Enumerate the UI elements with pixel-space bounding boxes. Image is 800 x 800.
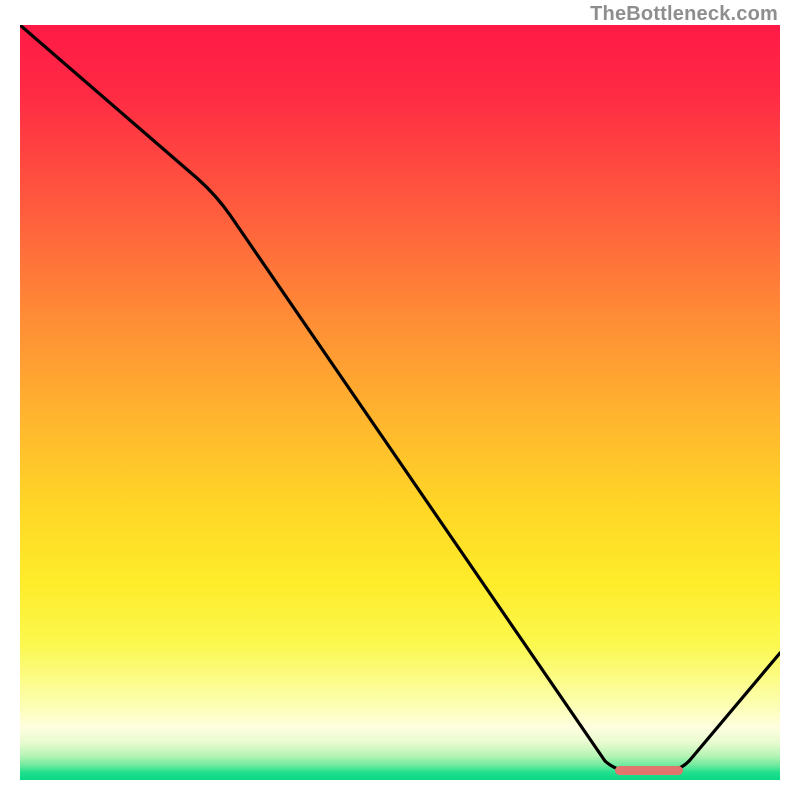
watermark-text: TheBottleneck.com <box>590 3 778 26</box>
curve-svg <box>20 25 780 780</box>
chart-container: TheBottleneck.com <box>0 0 800 800</box>
curve-path <box>20 25 780 771</box>
valley-marker <box>615 766 683 775</box>
